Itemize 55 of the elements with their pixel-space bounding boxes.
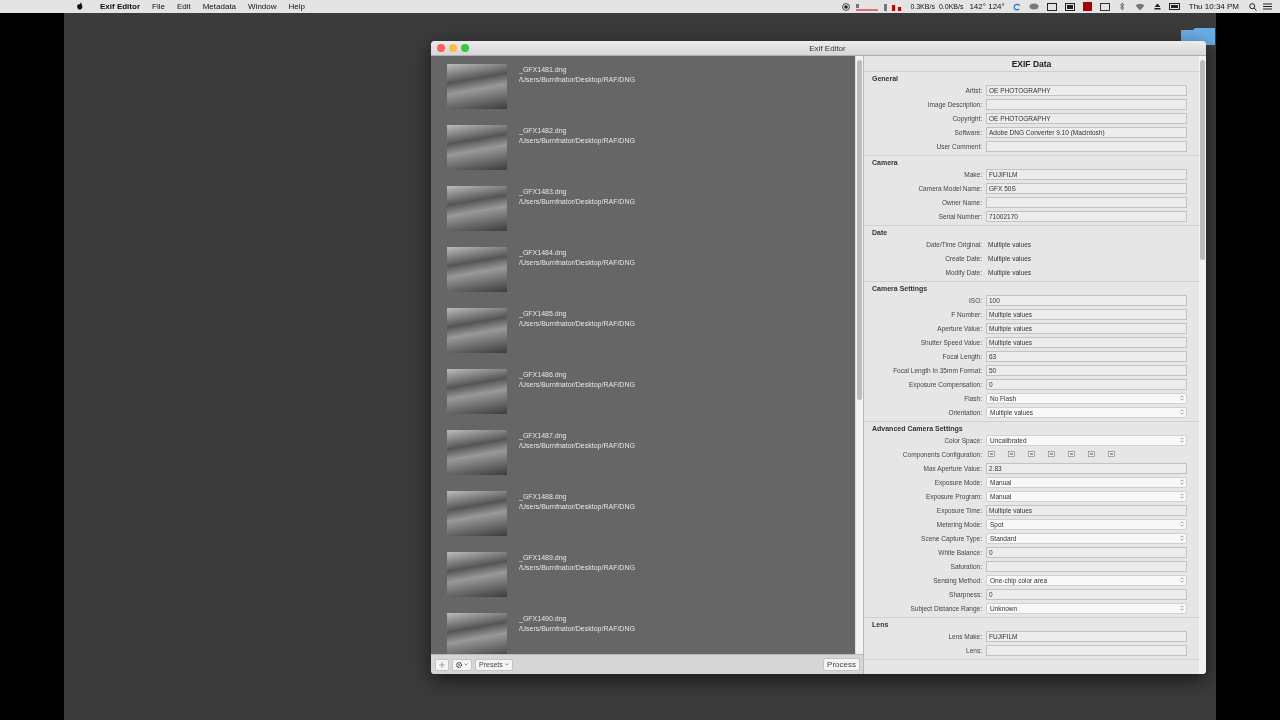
menu-icon[interactable] <box>1263 3 1272 10</box>
apple-logo-icon[interactable] <box>76 2 84 11</box>
sync-icon[interactable] <box>1012 2 1021 11</box>
component-icon[interactable] <box>1088 451 1095 457</box>
bluetooth-icon[interactable] <box>1118 2 1125 11</box>
process-button[interactable]: Process <box>823 658 860 671</box>
window-title: Exif Editor <box>808 43 847 53</box>
photo-thumbnail <box>447 247 507 292</box>
record-icon[interactable] <box>842 2 851 11</box>
plus-icon <box>439 661 445 668</box>
eject-icon[interactable] <box>1153 3 1161 10</box>
component-icon[interactable] <box>1048 451 1055 457</box>
panel-icon[interactable] <box>1099 2 1110 11</box>
panel-title: EXIF Data <box>864 56 1199 72</box>
text-field[interactable] <box>986 560 1187 572</box>
scroll-thumb[interactable] <box>857 60 862 400</box>
square-icon[interactable] <box>1082 2 1092 11</box>
gear-button[interactable] <box>452 658 472 671</box>
photo-thumbnail <box>447 308 507 353</box>
photo-thumbnail <box>447 430 507 475</box>
photo-thumbnail <box>447 186 507 231</box>
photo-thumbnail <box>447 491 507 536</box>
menu-item[interactable]: File <box>146 2 171 11</box>
gear-icon <box>456 661 462 668</box>
component-icon[interactable] <box>1068 451 1075 457</box>
window-icon[interactable] <box>1046 2 1057 11</box>
menu-item[interactable]: Edit <box>170 2 197 11</box>
photo-thumbnail <box>447 125 507 170</box>
temperature-reading: 142° 124° <box>968 2 1006 11</box>
menu-item[interactable]: Window <box>242 2 283 11</box>
app-menu[interactable]: Exif Editor <box>94 2 146 11</box>
text-field[interactable] <box>986 196 1187 208</box>
menu-item[interactable]: Help <box>282 2 311 11</box>
scroll-thumb[interactable] <box>1200 60 1205 260</box>
photo-thumbnail <box>447 64 507 109</box>
component-icon[interactable] <box>1108 451 1115 457</box>
clock: Thu 10:34 PM <box>1187 2 1240 11</box>
component-icon[interactable] <box>1008 451 1015 457</box>
text-field[interactable] <box>986 140 1187 152</box>
close-button[interactable] <box>437 44 445 52</box>
caret-icon <box>464 663 468 666</box>
photo-thumbnail <box>447 613 507 654</box>
component-icon[interactable] <box>1028 451 1035 457</box>
photo-thumbnail <box>447 369 507 414</box>
display-icon[interactable] <box>1064 2 1075 11</box>
photo-thumbnail <box>447 552 507 597</box>
text-field[interactable] <box>986 644 1187 656</box>
caret-icon <box>504 663 509 666</box>
activity-meter-icon[interactable] <box>856 2 881 11</box>
component-icon[interactable] <box>988 451 995 457</box>
text-field[interactable] <box>986 98 1187 110</box>
wifi-icon[interactable] <box>1134 2 1145 11</box>
menu-item[interactable]: Metadata <box>196 2 243 11</box>
battery-icon[interactable] <box>1168 3 1181 10</box>
search-icon[interactable] <box>1249 2 1257 11</box>
